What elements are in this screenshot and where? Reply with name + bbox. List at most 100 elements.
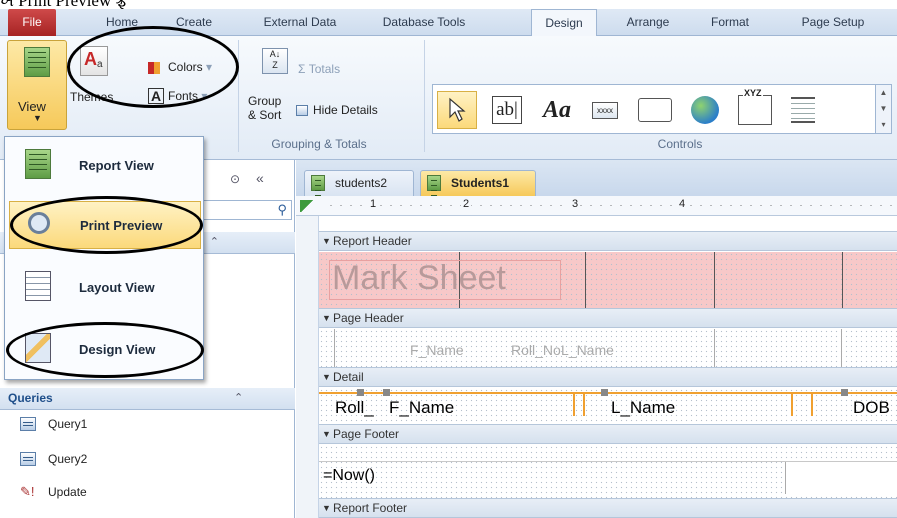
button-control-glyph: xxxx (592, 101, 618, 119)
group-sort-line1: Group (248, 94, 282, 108)
tab-file[interactable]: File (8, 9, 56, 36)
ruler-number: 3 (570, 198, 581, 210)
grid-line (334, 329, 335, 367)
label-control[interactable]: Aa (537, 91, 577, 129)
page-footer-area: =Now() (319, 445, 897, 498)
section-page-header[interactable]: Page Header (319, 308, 897, 328)
nav-item-query2[interactable]: Query2 (20, 452, 87, 466)
view-icon (24, 47, 50, 77)
queries-header[interactable]: Queries ⌃ (0, 388, 295, 410)
tab-students2[interactable]: students2 (304, 170, 414, 196)
resize-handle[interactable] (811, 394, 813, 416)
view-button[interactable]: View ▼ (7, 40, 67, 130)
group-sort-line2: & Sort (248, 108, 282, 122)
themes-icon: A a (80, 46, 108, 76)
tab-students2-label: students2 (335, 176, 388, 190)
ruler-number: 1 (368, 198, 379, 210)
menu-item-design-view[interactable]: Design View (9, 325, 201, 373)
tab-format[interactable]: Format (694, 9, 766, 36)
ruler-ticks (326, 204, 896, 207)
nav-item-label: Query2 (48, 452, 88, 466)
totals-button[interactable]: Σ Totals (298, 62, 340, 76)
resize-handle[interactable] (583, 394, 585, 416)
tab-database-tools[interactable]: Database Tools (364, 9, 484, 36)
grid-line (714, 329, 715, 367)
tab-students1-label: Students1 (451, 176, 510, 190)
detail-field-dob[interactable]: DOB (853, 398, 890, 418)
tab-home[interactable]: Home (95, 9, 149, 36)
resize-handle[interactable] (573, 394, 575, 416)
menu-item-report-view[interactable]: Report View (9, 141, 201, 189)
nav-item-query1[interactable]: Query1 (20, 417, 87, 431)
queries-label: Queries (8, 391, 53, 405)
collapse-queries-icon[interactable]: ⌃ (234, 391, 243, 404)
menu-item-label: Design View (79, 341, 156, 357)
hide-details-button[interactable]: Hide Details (313, 103, 378, 117)
fonts-icon: A (148, 88, 164, 104)
button-control[interactable]: xxxx (585, 91, 625, 129)
tab-page-setup[interactable]: Page Setup (772, 9, 894, 36)
nav-item-label: Query1 (48, 417, 88, 431)
top-caption: ખ Print Preview ફ્રે (0, 0, 128, 9)
top-caption-strip: ખ Print Preview ફ્રે (0, 0, 897, 9)
title-label-box[interactable]: Mark Sheet (329, 259, 561, 300)
option-group-control[interactable]: XYZ (733, 88, 777, 129)
collapse-nav-icon[interactable]: « (256, 170, 264, 186)
report-selector-icon[interactable] (300, 200, 314, 212)
tab-students1[interactable]: Students1 (420, 170, 536, 196)
nav-item-update[interactable]: ✎! Update (20, 484, 87, 500)
move-handle[interactable] (357, 389, 364, 396)
section-page-footer[interactable]: Page Footer (319, 424, 897, 444)
nav-item-label: Update (48, 485, 87, 499)
page-break-icon[interactable] (783, 91, 823, 129)
move-handle[interactable] (383, 389, 390, 396)
tab-arrange[interactable]: Arrange (606, 9, 690, 36)
controls-gallery: ab| Aa xxxx XYZ ▲ ▼ ▾ (432, 84, 892, 134)
hyperlink-icon[interactable] (685, 91, 725, 129)
text-box-glyph: ab| (492, 96, 522, 124)
resize-handle[interactable] (791, 394, 793, 416)
tab-design[interactable]: Design (531, 9, 597, 37)
footer-textbox[interactable] (785, 462, 897, 494)
menu-item-layout-view[interactable]: Layout View (9, 263, 201, 311)
collapse-group-icon[interactable]: ⌃ (210, 235, 219, 248)
chevron-down-icon: ▼ (33, 113, 42, 123)
fonts-button[interactable]: Fonts ▾ (168, 89, 207, 103)
section-detail[interactable]: Detail (319, 367, 897, 387)
controls-caption: Controls (657, 137, 703, 151)
colors-button[interactable]: Colors ▾ (168, 60, 212, 74)
select-pointer-icon[interactable] (437, 91, 477, 129)
footer-now-expression[interactable]: =Now() (323, 467, 375, 485)
header-field-rollno[interactable]: Roll_No (511, 342, 561, 358)
tab-create[interactable]: Create (158, 9, 230, 36)
nav-menu-icon[interactable]: ⊙ (230, 172, 240, 186)
tab-control-icon[interactable] (633, 91, 677, 129)
search-icon: ⚲ (277, 202, 287, 217)
grid-line (714, 252, 715, 308)
text-box-control[interactable]: ab| (485, 91, 529, 129)
hide-details-icon (296, 105, 308, 116)
design-view-icon (25, 333, 51, 363)
detail-field-roll[interactable]: Roll_ (335, 398, 374, 418)
move-handle[interactable] (841, 389, 848, 396)
menu-item-print-preview[interactable]: Print Preview (9, 201, 201, 249)
move-handle[interactable] (601, 389, 608, 396)
detail-field-fname[interactable]: F_Name (389, 398, 454, 418)
group-sort-icon: A↓ Z (262, 48, 288, 74)
tab-external-data[interactable]: External Data (240, 9, 360, 36)
section-report-footer[interactable]: Report Footer (319, 498, 897, 518)
header-field-fname[interactable]: F_Name (410, 342, 464, 358)
gallery-scroll[interactable]: ▲ ▼ ▾ (875, 85, 891, 133)
menu-item-label: Report View (79, 157, 154, 173)
grid-line (842, 252, 843, 308)
themes-button[interactable]: Themes (70, 90, 113, 104)
group-sort-button[interactable]: Group & Sort (248, 94, 281, 122)
header-field-lname[interactable]: L_Name (561, 342, 614, 358)
report-design-surface: Report Header Mark Sheet Page Header F_N… (296, 216, 897, 518)
query-icon (20, 452, 36, 466)
report-header-area: Mark Sheet (319, 252, 897, 308)
detail-field-lname[interactable]: L_Name (611, 398, 675, 418)
section-report-header[interactable]: Report Header (319, 231, 897, 251)
search-input[interactable]: ⚲ (200, 200, 292, 220)
vertical-ruler (296, 216, 319, 518)
